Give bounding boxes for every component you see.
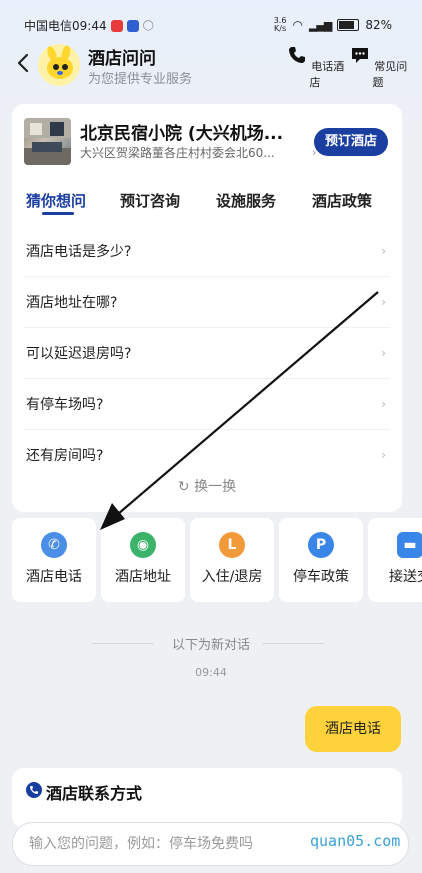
status-bar: 中国电信09:44 ◯ 3.6 K/s ◠ ▂▄▆ 82% [0, 0, 422, 34]
question-text: 可以延迟退房吗? [26, 346, 132, 362]
contact-card: 酒店联系方式 [12, 768, 402, 828]
question-item[interactable]: 酒店地址在哪? › [24, 277, 390, 328]
signal-icon: ▂▄▆ [308, 18, 332, 32]
phone-circle-icon [26, 782, 42, 798]
chevron-right-icon: › [381, 346, 386, 360]
quick-action-hotel-address[interactable]: ◉ 酒店地址 [101, 518, 185, 602]
contact-title: 酒店联系方式 [46, 784, 143, 803]
hotel-address[interactable]: 大兴区贺梁路董各庄村村委会北60... [80, 144, 312, 161]
faq-button[interactable]: 常见问题 [348, 44, 408, 90]
battery-level: 82% [365, 18, 392, 32]
hotel-address-text: 大兴区贺梁路董各庄村村委会北60... [80, 146, 275, 160]
new-conversation-label: 以下为新对话 [171, 638, 250, 653]
question-text: 还有房间吗? [26, 448, 104, 464]
phone-icon [288, 47, 305, 63]
question-tabs: 猜你想问 预订咨询 设施服务 酒店政策 [12, 186, 402, 218]
mascot-avatar [38, 44, 80, 86]
status-right: 3.6 K/s ◠ ▂▄▆ 82% [274, 17, 392, 33]
question-text: 酒店电话是多少? [26, 244, 132, 260]
watermark: quan05.com [310, 832, 401, 850]
question-text: 酒店地址在哪? [26, 295, 118, 311]
page-title: 酒店问问 [88, 49, 156, 69]
parking-icon: P [308, 532, 334, 558]
car-icon: ▬ [397, 532, 422, 558]
mascot-icon [38, 44, 80, 86]
active-tab-indicator [42, 212, 74, 215]
quick-action-label: 酒店电话 [26, 569, 82, 585]
question-item[interactable]: 有停车场吗? › [24, 379, 390, 430]
notification-dot-icon: ◯ [142, 20, 154, 31]
quick-action-parking[interactable]: P 停车政策 [279, 518, 363, 602]
quick-action-shuttle[interactable]: ▬ 接送交 [368, 518, 422, 602]
quick-action-hotel-phone[interactable]: ✆ 酒店电话 [12, 518, 96, 602]
notification-app-icon [126, 19, 139, 32]
question-item[interactable]: 可以延迟退房吗? › [24, 328, 390, 379]
conversation-time: 09:44 [195, 666, 227, 679]
chevron-right-icon: › [381, 295, 386, 309]
page-subtitle: 为您提供专业服务 [88, 72, 193, 87]
battery-icon [337, 19, 360, 31]
chat-icon [351, 48, 368, 63]
quick-action-label: 入住/退房 [201, 569, 263, 585]
user-message-bubble: 酒店电话 [305, 706, 401, 752]
tab-booking[interactable]: 预订咨询 [120, 190, 180, 211]
tab-guess[interactable]: 猜你想问 [26, 190, 86, 211]
quick-action-label: 停车政策 [293, 569, 349, 585]
quick-action-label: 酒店地址 [115, 569, 171, 585]
chevron-right-icon: › [381, 244, 386, 258]
question-input[interactable] [27, 823, 301, 865]
carrier-time: 中国电信09:44 [24, 19, 107, 33]
quick-actions: ✆ 酒店电话 ◉ 酒店地址 L 入住/退房 P 停车政策 ▬ 接送交 [12, 518, 422, 602]
hotel-thumbnail[interactable] [24, 118, 71, 165]
question-item[interactable]: 还有房间吗? › [24, 430, 390, 480]
back-arrow-icon[interactable] [14, 52, 32, 74]
clock-icon: L [219, 532, 245, 558]
refresh-button[interactable]: ↻ 换一换 [12, 476, 402, 496]
call-hotel-label: 电话酒店 [309, 60, 345, 89]
hotel-card: 北京民宿小院 (大兴机场... 大兴区贺梁路董各庄村村委会北60... › 预订… [12, 104, 402, 512]
quick-action-checkin[interactable]: L 入住/退房 [190, 518, 274, 602]
book-hotel-button[interactable]: 预订酒店 [314, 128, 388, 156]
chevron-right-icon: › [381, 448, 386, 462]
tab-facilities[interactable]: 设施服务 [216, 190, 276, 211]
location-icon: ◉ [130, 532, 156, 558]
wifi-icon: ◠ [292, 18, 303, 32]
phone-icon: ✆ [41, 532, 67, 558]
faq-label: 常见问题 [372, 60, 408, 89]
refresh-icon: ↻ [177, 479, 190, 495]
chevron-right-icon: › [381, 397, 386, 411]
question-text: 有停车场吗? [26, 397, 104, 413]
refresh-label: 换一换 [194, 479, 237, 495]
notification-app-icon [110, 19, 123, 32]
question-list: 酒店电话是多少? › 酒店地址在哪? › 可以延迟退房吗? › 有停车场吗? ›… [12, 226, 402, 480]
hotel-room-image [24, 118, 71, 165]
net-speed-unit: K/s [274, 24, 287, 33]
tab-policy[interactable]: 酒店政策 [312, 190, 372, 211]
hotel-name[interactable]: 北京民宿小院 (大兴机场... [80, 119, 310, 144]
status-left: 中国电信09:44 ◯ [24, 17, 154, 34]
question-item[interactable]: 酒店电话是多少? › [24, 226, 390, 277]
app-header: 酒店问问 为您提供专业服务 电话酒店 常见问题 [0, 38, 422, 92]
call-hotel-button[interactable]: 电话酒店 [285, 44, 345, 90]
net-speed: 3.6 K/s [274, 17, 287, 33]
quick-action-label: 接送交 [389, 569, 422, 585]
